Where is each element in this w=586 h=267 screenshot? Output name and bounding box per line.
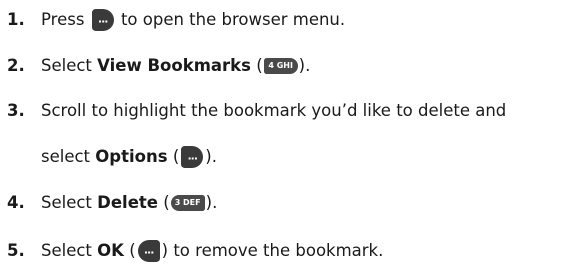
step-3-continuation: select Options ().: [41, 145, 217, 170]
step-bold-text: OK: [97, 241, 124, 260]
paren: (: [129, 241, 136, 260]
step-number: 4.: [7, 193, 25, 212]
step-bold-text: Delete: [97, 193, 158, 212]
step-text: Scroll to highlight the bookmark you’d l…: [41, 101, 507, 120]
number-4-key-icon: 4 GHI: [263, 57, 298, 74]
paren: (: [256, 56, 263, 75]
step-text: ) to remove the bookmark.: [161, 241, 384, 260]
step-number: 1.: [7, 10, 25, 29]
options-soft-key-icon: [181, 145, 204, 170]
step-text: Select: [41, 193, 92, 212]
menu-soft-key-icon: [91, 8, 114, 33]
paren: ).: [298, 56, 311, 75]
step-bold-text: Options: [95, 147, 168, 166]
step-number: 5.: [7, 241, 25, 260]
paren: (: [163, 193, 170, 212]
step-text: Select: [41, 56, 92, 75]
paren: ).: [205, 193, 218, 212]
step-text: to open the browser menu.: [120, 10, 346, 29]
step-number: 3.: [7, 101, 25, 120]
step-number: 2.: [7, 56, 25, 75]
paren: ).: [205, 147, 217, 166]
step-text: select: [41, 147, 91, 166]
ok-soft-key-icon: [137, 239, 160, 264]
step-bold-text: View Bookmarks: [97, 56, 251, 75]
paren: (: [172, 147, 180, 166]
step-text: Select: [41, 241, 92, 260]
number-3-key-icon: 3 DEF: [170, 194, 205, 211]
step-text: Press: [41, 10, 85, 29]
